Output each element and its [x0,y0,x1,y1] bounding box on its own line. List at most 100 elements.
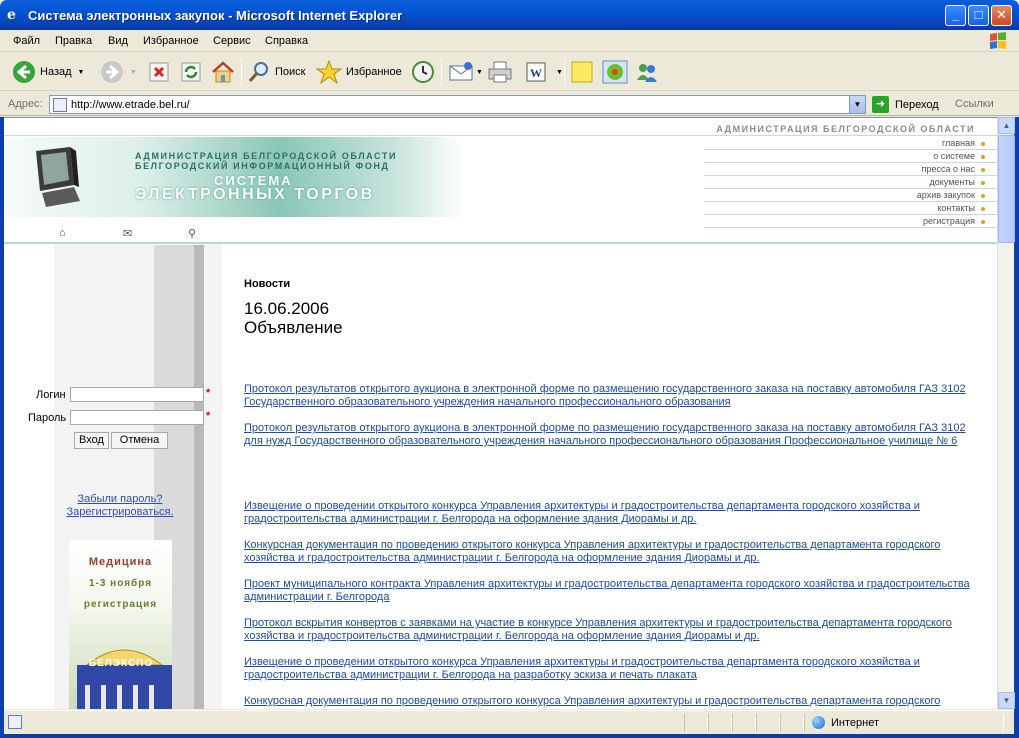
ad-registration: регистрация [83,599,158,610]
banner-line-etrade: ЭЛЕКТРОННЫХ ТОРГОВ [135,186,375,203]
address-bar: Адрес: http://www.etrade.bel.ru/ ▼ ➜ Пер… [0,92,1019,116]
stop-button[interactable] [148,59,170,85]
news-heading: Новости [244,278,291,290]
print-button[interactable] [487,59,513,85]
bullet-icon [981,207,985,211]
vertical-scrollbar[interactable]: ▲ ▼ [997,117,1015,709]
icq-button[interactable] [602,59,628,85]
scroll-down-icon[interactable]: ▼ [998,692,1015,709]
news-link[interactable]: Протокол результатов открытого аукциона … [244,422,974,448]
password-label: Пароль [28,412,67,424]
menu-favorites[interactable]: Избранное [143,35,199,47]
mail-icon[interactable]: ✉ [123,227,132,240]
register-link[interactable]: Зарегистрироваться. [45,506,195,518]
login-required-mark: * [206,387,211,399]
bullet-icon [981,142,985,146]
password-input[interactable] [70,410,204,425]
back-icon [13,61,35,83]
print-icon [488,61,512,83]
forward-button[interactable]: ▼ [100,59,137,85]
news-link[interactable]: Конкурсная документация по проведению от… [244,539,974,565]
messenger-icon [637,64,657,82]
nav-documents[interactable]: документы [704,176,997,189]
go-icon: ➜ [872,96,889,113]
menu-tools[interactable]: Сервис [213,35,251,47]
login-label: Логин [36,389,66,401]
edit-icon: W [526,62,546,82]
cancel-button[interactable]: Отмена [111,432,168,449]
page-viewport[interactable]: АДМИНИСТРАЦИЯ БЕЛГОРОДСКОЙ ОБЛАСТИ АДМИН… [4,117,997,709]
refresh-icon [181,62,201,82]
news-date: 16.06.2006 [244,299,330,318]
news-link[interactable]: Извещение о проведении открытого конкурс… [244,656,974,682]
go-button[interactable]: ➜ Переход [872,96,939,113]
favorites-button[interactable]: Избранное [316,59,402,85]
search-icon[interactable]: ⚲ [188,227,196,240]
notes-button[interactable] [570,59,594,85]
news-link[interactable]: Проект муниципального контракта Управлен… [244,578,974,604]
news-link[interactable]: Конкурсная документация по проведению от… [244,695,974,708]
edit-button[interactable]: W ▼ [524,59,563,85]
site-nav: главная о системе пресса о нас документы… [704,137,997,228]
nav-press[interactable]: пресса о нас [704,163,997,176]
page-icon [8,715,22,729]
refresh-button[interactable] [180,59,202,85]
menu-view[interactable]: Вид [108,35,128,47]
window-titlebar[interactable]: e Система электронных закупок - Microsof… [0,0,1019,30]
news-link[interactable]: Извещение о проведении открытого конкурс… [244,500,974,526]
back-button[interactable]: Назад ▼ [12,59,84,85]
links-toolbar[interactable]: Ссылки [955,98,994,110]
news-link[interactable]: Протокол вскрытия конвертов с заявками н… [244,617,974,643]
search-button[interactable]: Поиск [247,59,305,85]
forward-dropdown-icon: ▼ [130,68,137,76]
banner-line-fund: БЕЛГОРОДСКИЙ ИНФОРМАЦИОННЫЙ ФОНД [135,161,390,171]
window-title: Система электронных закупок - Microsoft … [28,8,403,23]
close-button[interactable]: ✕ [991,5,1012,26]
maximize-button[interactable]: □ [968,5,989,26]
stop-icon [149,62,169,82]
search-icon [248,62,268,82]
nav-archive[interactable]: архив закупок [704,189,997,202]
ad-dates: 1-3 ноября [88,578,153,589]
medicine-expo-banner[interactable]: Медицина 1-3 ноября регистрация БЕЛЭКСПО [69,540,172,709]
window-frame-bottom [0,734,1019,738]
forward-icon [101,61,123,83]
history-button[interactable] [411,59,435,85]
home-button[interactable] [210,59,236,85]
column-divider [204,245,222,709]
scroll-up-icon[interactable]: ▲ [998,117,1015,134]
menu-bar: Файл Правка Вид Избранное Сервис Справка [0,30,1019,52]
login-button[interactable]: Вход [74,432,109,449]
nav-about[interactable]: о системе [704,150,997,163]
nav-contacts[interactable]: контакты [704,202,997,215]
back-dropdown-icon[interactable]: ▼ [78,69,85,76]
banner-line-admin: АДМИНИСТРАЦИЯ БЕЛГОРОДСКОЙ ОБЛАСТИ [135,151,398,161]
menu-file[interactable]: Файл [13,35,40,47]
zone-label: Интернет [831,716,879,729]
toolbar-separator [564,59,565,85]
news-type: Объявление [244,318,343,337]
notes-icon [571,61,593,83]
news-link[interactable]: Протокол результатов открытого аукциона … [244,383,974,409]
menu-help[interactable]: Справка [265,35,308,47]
mail-button[interactable]: ▼ [448,59,483,85]
home-icon[interactable]: ⌂ [59,227,66,239]
admin-header-strip: АДМИНИСТРАЦИЯ БЕЛГОРОДСКОЙ ОБЛАСТИ [4,122,997,136]
edit-dropdown-icon[interactable]: ▼ [556,69,563,76]
ie-icon: e [7,7,16,23]
address-url[interactable]: http://www.etrade.bel.ru/ [71,99,190,111]
login-input[interactable] [70,387,204,402]
address-dropdown-icon[interactable]: ▼ [849,96,865,113]
messenger-button[interactable] [634,59,660,85]
minimize-button[interactable]: _ [945,5,966,26]
page-icon [53,98,67,112]
nav-home[interactable]: главная [704,137,997,150]
menu-edit[interactable]: Правка [55,35,92,47]
mail-dropdown-icon[interactable]: ▼ [476,69,483,76]
scroll-thumb[interactable] [998,135,1015,243]
address-input[interactable]: http://www.etrade.bel.ru/ ▼ [49,95,866,114]
forgot-password-link[interactable]: Забыли пароль? [45,493,195,505]
quick-icons-row: ⌂ ✉ ⚲ [4,222,997,244]
icq-icon [602,60,628,84]
mail-icon [449,62,473,81]
